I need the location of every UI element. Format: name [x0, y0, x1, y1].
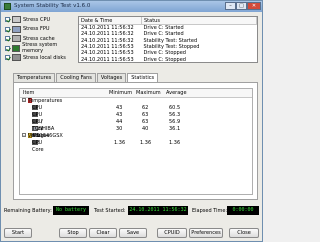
- tab-voltages[interactable]: Voltages: [96, 73, 127, 82]
- disk-icon: [12, 54, 21, 62]
- statistics-header: Item Minimum Maximum Average: [20, 89, 252, 98]
- window-title: System Stability Test v1.6.0: [14, 3, 91, 9]
- log-status: Drive C: Stopped: [143, 56, 186, 63]
- title-bar: System Stability Test v1.6.0 – □ ✕: [1, 1, 262, 12]
- log-status: Drive C: Started: [143, 25, 184, 32]
- collapse-icon[interactable]: -: [22, 133, 26, 138]
- stress-disk-label: Stress local disks: [23, 54, 66, 61]
- cpu-icon: [12, 16, 21, 24]
- stats-min: 1.36: [114, 140, 126, 146]
- battery-label: Remaining Battery:: [4, 208, 52, 214]
- stats-item-name: CPU Core: [32, 140, 44, 153]
- stress-disk-option[interactable]: Stress local disks: [5, 53, 75, 63]
- col-maximum[interactable]: Maximum: [136, 90, 161, 96]
- log-datetime: 24.10.2011 11:56:53: [81, 44, 134, 51]
- log-datetime: 24.10.2011 11:56:32: [81, 37, 134, 44]
- save-button[interactable]: Save: [119, 228, 147, 238]
- stress-fpu-label: Stress FPU: [23, 26, 50, 33]
- log-header-datetime[interactable]: Date & Time: [79, 17, 142, 25]
- stress-memory-label: Stress system memory: [22, 42, 58, 55]
- log-datetime: 24.10.2011 11:56:53: [81, 56, 134, 63]
- stability-test-window: System Stability Test v1.6.0 – □ ✕ Stres…: [0, 0, 263, 242]
- stats-min: 43: [116, 112, 123, 118]
- event-log[interactable]: Date & Time Status 24.10.2011 11:56:32 Dr…: [78, 16, 258, 63]
- stats-row[interactable]: CPU #1 / Core #2 44 63 56.9: [20, 119, 252, 146]
- stop-button[interactable]: Stop: [59, 228, 87, 238]
- stats-item-name: CPU: [32, 105, 43, 111]
- cache-icon: [12, 35, 21, 43]
- stats-avg: 1.36: [169, 140, 181, 146]
- stats-row[interactable]: CPU #1 / Core #1 43 63 56.3: [20, 112, 252, 139]
- stats-min: 44: [116, 119, 123, 125]
- app-icon: [4, 3, 11, 10]
- tab-bar: Temperatures Cooling Fans Voltages Stati…: [13, 73, 159, 83]
- stress-cache-label: Stress cache: [23, 35, 55, 42]
- elapsed-time-label: Elapsed Time:: [192, 208, 228, 214]
- statistics-panel: Item Minimum Maximum Average - Temperatu…: [13, 82, 258, 200]
- stats-max: 40: [142, 126, 149, 132]
- clear-button[interactable]: Clear: [89, 228, 117, 238]
- start-button[interactable]: Start: [4, 228, 32, 238]
- log-row[interactable]: 24.10.2011 11:56:53 Drive C: Stopped: [79, 56, 257, 62]
- minimize-button[interactable]: –: [225, 2, 236, 10]
- collapse-icon[interactable]: -: [22, 98, 26, 103]
- stress-cpu-option[interactable]: Stress CPU: [5, 15, 75, 25]
- stress-fpu-option[interactable]: Stress FPU: [5, 25, 75, 35]
- maximize-button[interactable]: □: [236, 2, 247, 10]
- preferences-button[interactable]: Preferences: [189, 228, 223, 238]
- stats-avg: 56.3: [169, 112, 181, 118]
- stress-cache-checkbox[interactable]: [5, 36, 10, 42]
- log-row[interactable]: 24.10.2011 11:56:32 Drive C: Started: [79, 25, 257, 32]
- col-item[interactable]: Item: [23, 90, 34, 96]
- stress-cpu-checkbox[interactable]: [5, 17, 10, 23]
- stats-min: 30: [116, 126, 123, 132]
- stats-row[interactable]: CPU Core 1.36 1.36 1.36: [20, 140, 252, 153]
- stats-group-label: Voltages: [28, 133, 50, 139]
- log-datetime: 24.10.2011 11:56:32: [81, 25, 134, 32]
- col-average[interactable]: Average: [166, 90, 187, 96]
- stats-avg: 60.5: [169, 105, 181, 111]
- button-bar: Start Stop Clear Save CPUID Preferences …: [1, 228, 262, 239]
- stats-row-temperatures[interactable]: - Temperatures: [20, 98, 252, 105]
- stats-avg: 56.9: [169, 119, 181, 125]
- statistics-table: Item Minimum Maximum Average - Temperatu…: [19, 88, 253, 195]
- log-header-status[interactable]: Status: [141, 17, 257, 25]
- fpu-icon: [12, 25, 21, 33]
- close-button[interactable]: Close: [229, 228, 259, 238]
- stats-max: 63: [142, 112, 149, 118]
- stress-fpu-checkbox[interactable]: [5, 26, 10, 32]
- stats-max: 62: [142, 105, 149, 111]
- log-datetime: 24.10.2011 11:56:53: [81, 50, 134, 57]
- stress-options: Stress CPU Stress FPU Stress cache Stres…: [5, 15, 75, 63]
- stress-cpu-label: Stress CPU: [23, 16, 51, 23]
- tab-cooling-fans[interactable]: Cooling Fans: [56, 73, 96, 82]
- cpuid-button[interactable]: CPUID: [157, 228, 187, 238]
- stats-row-voltages[interactable]: - Voltages: [20, 133, 252, 140]
- log-datetime: 24.10.2011 11:56:32: [81, 31, 134, 38]
- battery-value: No battery: [53, 206, 89, 215]
- col-minimum[interactable]: Minimum: [109, 90, 132, 96]
- elapsed-time-value: 0:00:00: [227, 206, 259, 215]
- stats-max: 1.36: [140, 140, 152, 146]
- test-started-value: 24.10.2011 11:56:32: [128, 206, 188, 215]
- stress-memory-checkbox[interactable]: [5, 45, 10, 51]
- close-window-button[interactable]: ✕: [247, 2, 261, 10]
- memory-icon: [11, 44, 21, 52]
- status-bar: Remaining Battery: No battery Test Start…: [1, 206, 262, 217]
- stats-group-label: Temperatures: [28, 98, 63, 104]
- stats-row[interactable]: CPU 43 62 60.5: [20, 105, 252, 112]
- stress-memory-option[interactable]: Stress system memory: [5, 42, 75, 55]
- tab-temperatures[interactable]: Temperatures: [13, 73, 56, 82]
- stats-avg: 36.1: [169, 126, 181, 132]
- stress-disk-checkbox[interactable]: [5, 55, 10, 61]
- stats-max: 63: [142, 119, 149, 125]
- test-started-label: Test Started:: [94, 208, 126, 214]
- stats-row[interactable]: TOSHIBA MK1646GSX 30 40 36.1: [20, 126, 252, 139]
- stats-min: 43: [116, 105, 123, 111]
